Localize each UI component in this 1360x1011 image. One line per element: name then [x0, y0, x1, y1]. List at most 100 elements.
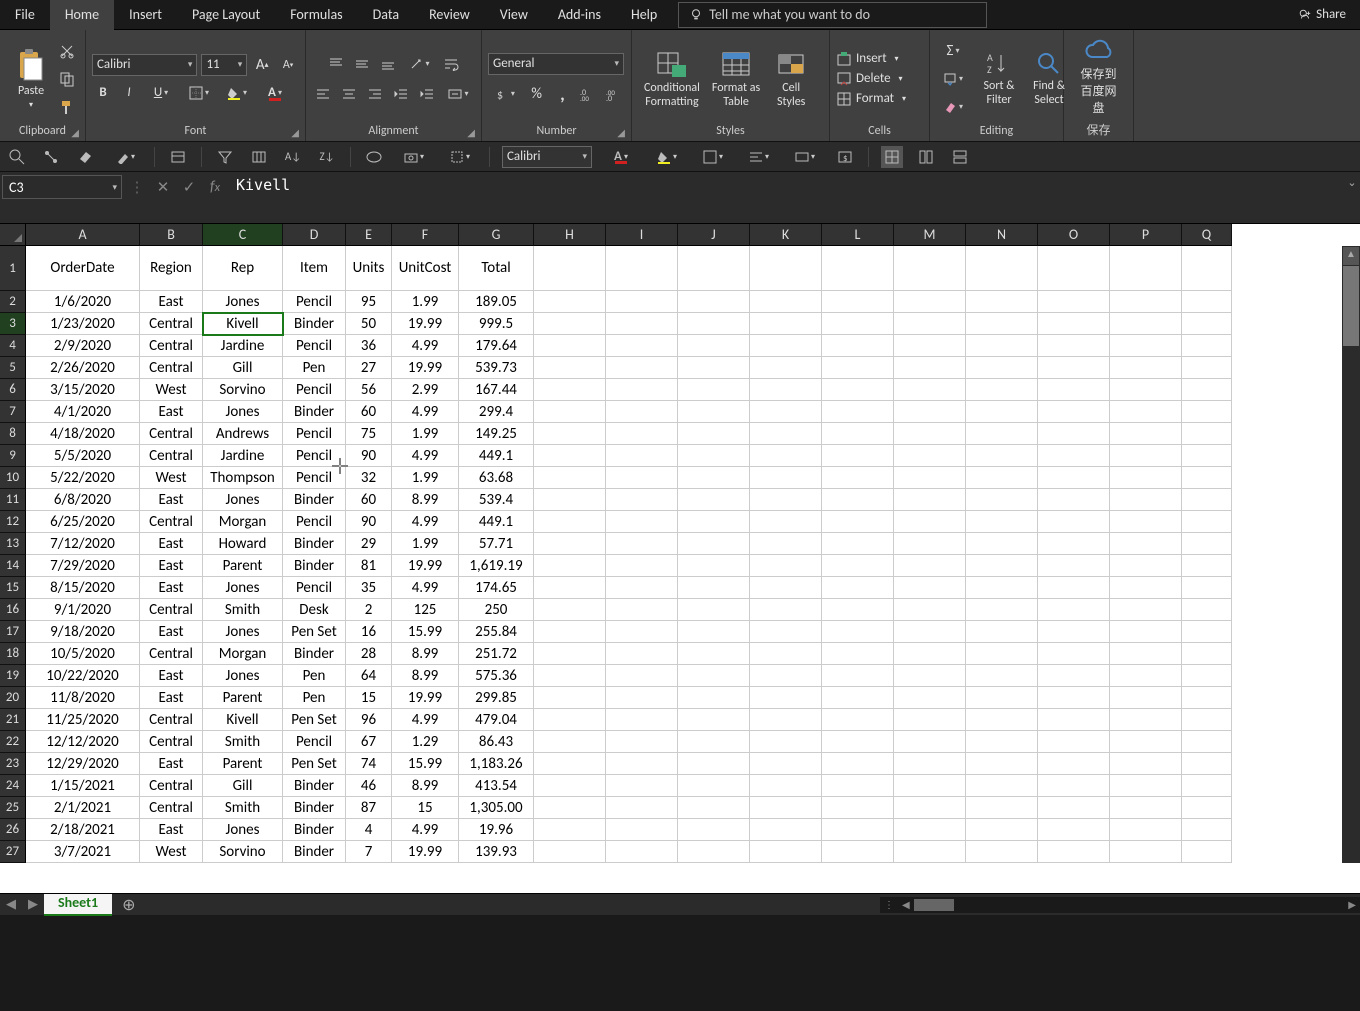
- cell[interactable]: 449.1: [459, 511, 534, 533]
- sort-filter-button[interactable]: AZ Sort & Filter: [974, 47, 1024, 111]
- cell[interactable]: [678, 709, 750, 731]
- cell[interactable]: [534, 511, 606, 533]
- format-as-table-button[interactable]: Format as Table: [706, 45, 766, 113]
- cell[interactable]: [1182, 753, 1232, 775]
- cell[interactable]: [750, 819, 822, 841]
- qt-zoom-icon[interactable]: [6, 146, 28, 168]
- cell[interactable]: [534, 423, 606, 445]
- cell[interactable]: [894, 357, 966, 379]
- cell[interactable]: [534, 445, 606, 467]
- cell[interactable]: [1110, 445, 1182, 467]
- cell[interactable]: [822, 797, 894, 819]
- cell[interactable]: 4.99: [392, 335, 459, 357]
- cell[interactable]: [1038, 643, 1110, 665]
- cell[interactable]: [1182, 467, 1232, 489]
- cell[interactable]: Pencil: [283, 445, 346, 467]
- cell[interactable]: [966, 445, 1038, 467]
- orientation-button[interactable]: [403, 53, 437, 75]
- cell[interactable]: [894, 643, 966, 665]
- cell[interactable]: [822, 621, 894, 643]
- cell[interactable]: [1110, 489, 1182, 511]
- cell[interactable]: [606, 841, 678, 863]
- format-painter-button[interactable]: [56, 96, 78, 118]
- cell[interactable]: [1038, 489, 1110, 511]
- cell[interactable]: Binder: [283, 797, 346, 819]
- cell[interactable]: [750, 753, 822, 775]
- cell[interactable]: [966, 731, 1038, 753]
- cell[interactable]: Jones: [203, 621, 283, 643]
- cell[interactable]: 75: [346, 423, 392, 445]
- cell[interactable]: [1110, 797, 1182, 819]
- row-header[interactable]: 22: [0, 731, 26, 753]
- cell[interactable]: 60: [346, 401, 392, 423]
- cell[interactable]: East: [140, 533, 203, 555]
- cell[interactable]: 19.99: [392, 357, 459, 379]
- cell[interactable]: 1.99: [392, 423, 459, 445]
- cell[interactable]: 1/6/2020: [26, 291, 140, 313]
- cell[interactable]: [606, 313, 678, 335]
- cell[interactable]: East: [140, 291, 203, 313]
- qt-merge-icon[interactable]: [788, 146, 822, 168]
- cell[interactable]: [534, 246, 606, 291]
- italic-button[interactable]: I: [118, 82, 140, 104]
- cell[interactable]: [750, 665, 822, 687]
- cell[interactable]: [1182, 819, 1232, 841]
- cell[interactable]: [750, 775, 822, 797]
- cell[interactable]: 1/23/2020: [26, 313, 140, 335]
- cell[interactable]: 7/29/2020: [26, 555, 140, 577]
- cell[interactable]: [750, 599, 822, 621]
- cell[interactable]: [1038, 621, 1110, 643]
- cell[interactable]: [606, 335, 678, 357]
- cell[interactable]: 4/18/2020: [26, 423, 140, 445]
- cell[interactable]: 67: [346, 731, 392, 753]
- cell[interactable]: [1110, 819, 1182, 841]
- cell[interactable]: [894, 511, 966, 533]
- column-header[interactable]: N: [966, 224, 1038, 246]
- cell[interactable]: 250: [459, 599, 534, 621]
- cell[interactable]: [822, 357, 894, 379]
- select-all-button[interactable]: [0, 224, 26, 246]
- cell[interactable]: Central: [140, 797, 203, 819]
- cell[interactable]: [966, 753, 1038, 775]
- cell[interactable]: Pencil: [283, 511, 346, 533]
- add-sheet-button[interactable]: ⊕: [112, 895, 145, 915]
- cell[interactable]: [534, 599, 606, 621]
- cell[interactable]: Thompson: [203, 467, 283, 489]
- cell[interactable]: 87: [346, 797, 392, 819]
- cell[interactable]: [822, 643, 894, 665]
- cell[interactable]: 4: [346, 819, 392, 841]
- row-header[interactable]: 13: [0, 533, 26, 555]
- cell[interactable]: [1182, 533, 1232, 555]
- cell[interactable]: [534, 665, 606, 687]
- cell[interactable]: [894, 445, 966, 467]
- cell[interactable]: [534, 775, 606, 797]
- cell[interactable]: 174.65: [459, 577, 534, 599]
- cell[interactable]: 1.99: [392, 467, 459, 489]
- cell[interactable]: 74: [346, 753, 392, 775]
- cell[interactable]: 251.72: [459, 643, 534, 665]
- cell[interactable]: Pen Set: [283, 709, 346, 731]
- cell[interactable]: [678, 577, 750, 599]
- column-header[interactable]: P: [1110, 224, 1182, 246]
- font-size-combo[interactable]: 11▾: [201, 54, 247, 76]
- cell[interactable]: 19.99: [392, 555, 459, 577]
- cell[interactable]: [966, 246, 1038, 291]
- cell[interactable]: Binder: [283, 489, 346, 511]
- wrap-text-button[interactable]: [441, 53, 463, 75]
- cell[interactable]: [1110, 246, 1182, 291]
- column-header[interactable]: H: [534, 224, 606, 246]
- cell[interactable]: [750, 533, 822, 555]
- cell[interactable]: Kivell: [203, 709, 283, 731]
- decrease-indent-button[interactable]: [390, 83, 412, 105]
- cell[interactable]: [894, 797, 966, 819]
- cell[interactable]: 6/25/2020: [26, 511, 140, 533]
- cell[interactable]: [894, 246, 966, 291]
- cell[interactable]: [1038, 335, 1110, 357]
- cell[interactable]: [1110, 621, 1182, 643]
- row-header[interactable]: 7: [0, 401, 26, 423]
- row-header[interactable]: 27: [0, 841, 26, 863]
- cell[interactable]: [606, 401, 678, 423]
- cell[interactable]: [534, 841, 606, 863]
- cell[interactable]: [1182, 246, 1232, 291]
- cell[interactable]: [1182, 775, 1232, 797]
